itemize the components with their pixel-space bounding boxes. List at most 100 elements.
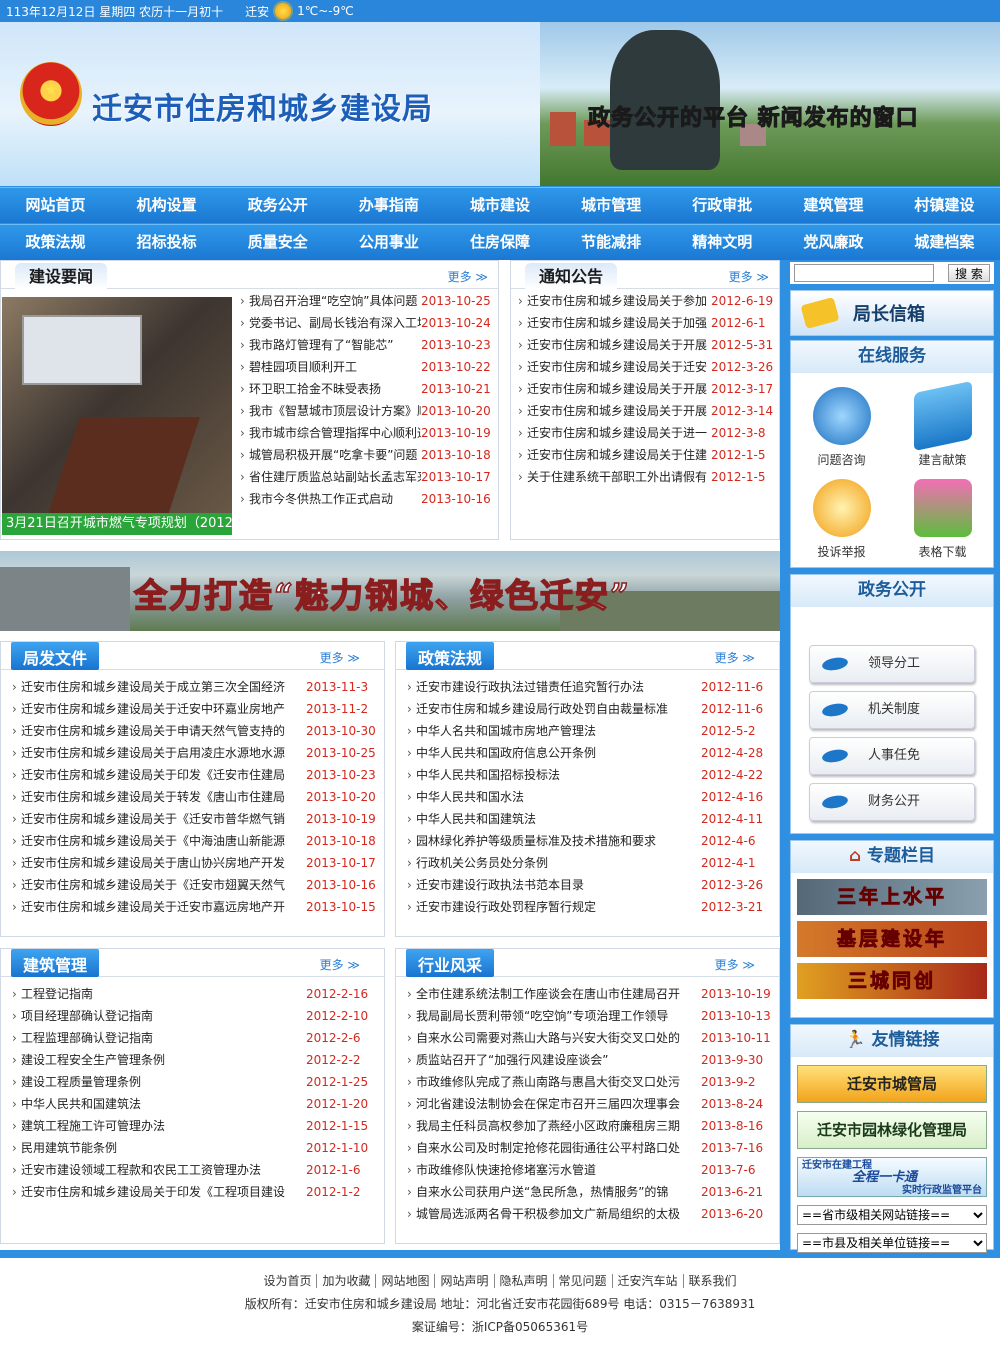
list-item[interactable]: 建筑工程施工许可管理办法2012-1-15 (11, 1115, 378, 1137)
nav-item[interactable]: 城市建设 (444, 188, 555, 223)
item-title[interactable]: 迁安市住房和城乡建设局关于进一 (517, 422, 711, 444)
item-title[interactable]: 工程登记指南 (11, 983, 306, 1005)
item-title[interactable]: 城管局选派两名骨干积极参加文广新局组织的太极 (406, 1203, 701, 1225)
item-title[interactable]: 市政维修队完成了燕山南路与惠昌大街交叉口处污 (406, 1071, 701, 1093)
item-title[interactable]: 质监站召开了“加强行风建设座谈会” (406, 1049, 701, 1071)
list-item[interactable]: 环卫职工拾金不昧受表扬2013-10-21 (239, 378, 493, 400)
item-title[interactable]: 党委书记、副局长钱治有深入工地 (239, 312, 421, 334)
service-download[interactable]: 表格下载 (892, 473, 993, 565)
item-title[interactable]: 迁安市住房和城乡建设局关于《迁安市翅翼天然气 (11, 874, 306, 896)
item-title[interactable]: 迁安市建设行政执法过错责任追究暂行办法 (406, 676, 701, 698)
nav-item[interactable]: 建筑管理 (778, 188, 889, 223)
link-construction-platform[interactable]: 迁安市在建工程 全程一卡通 实时行政监管平台 (797, 1157, 987, 1197)
item-title[interactable]: 迁安市住房和城乡建设局关于成立第三次全国经济 (11, 676, 306, 698)
list-item[interactable]: 迁安市住房和城乡建设局关于转发《唐山市住建局2013-10-20 (11, 786, 378, 808)
footer-link[interactable]: 网站地图 (376, 1274, 436, 1288)
list-item[interactable]: 我市城市综合管理指挥中心顺利通2013-10-19 (239, 422, 493, 444)
item-title[interactable]: 市政维修队快速抢修堵塞污水管道 (406, 1159, 701, 1181)
topic-three-cities[interactable]: 三城同创 (797, 963, 987, 999)
list-item[interactable]: 迁安市住房和城乡建设局关于《迁安市翅翼天然气2013-10-16 (11, 874, 378, 896)
list-item[interactable]: 我局副局长贾利带领“吃空饷”专项治理工作领导2013-10-13 (406, 1005, 773, 1027)
list-item[interactable]: 迁安市住房和城乡建设局关于唐山协兴房地产开发2013-10-17 (11, 852, 378, 874)
list-item[interactable]: 行政机关公务员处分条例2012-4-1 (406, 852, 773, 874)
item-title[interactable]: 迁安市住房和城乡建设局关于迁安市嘉远房地产开 (11, 896, 306, 918)
nav-item[interactable]: 村镇建设 (889, 188, 1000, 223)
item-title[interactable]: 中华人民共和国水法 (406, 786, 701, 808)
item-title[interactable]: 民用建筑节能条例 (11, 1137, 306, 1159)
item-title[interactable]: 我局召开治理“吃空饷”具体问题 (239, 290, 421, 312)
item-title[interactable]: 自来水公司获用户送“急民所急，热情服务”的锦 (406, 1181, 701, 1203)
list-item[interactable]: 中华人名共和国城市房地产管理法2012-5-2 (406, 720, 773, 742)
item-title[interactable]: 园林绿化养护等级质量标准及技术措施和要求 (406, 830, 701, 852)
list-item[interactable]: 园林绿化养护等级质量标准及技术措施和要求2012-4-6 (406, 830, 773, 852)
notice-more-link[interactable]: 更多 ≫ (729, 268, 769, 285)
nav-item[interactable]: 行政审批 (667, 188, 778, 223)
list-item[interactable]: 我市路灯管理有了“智能芯”2013-10-23 (239, 334, 493, 356)
list-item[interactable]: 工程监理部确认登记指南2012-2-6 (11, 1027, 378, 1049)
item-title[interactable]: 城管局积极开展“吃拿卡要”问题 (239, 444, 421, 466)
item-title[interactable]: 我市路灯管理有了“智能芯” (239, 334, 421, 356)
list-item[interactable]: 迁安市住房和城乡建设局关于《中海油唐山新能源2013-10-18 (11, 830, 378, 852)
gov-rules-button[interactable]: 机关制度 (809, 691, 975, 729)
item-title[interactable]: 迁安市住房和城乡建设局关于开展 (517, 334, 711, 356)
footer-link[interactable]: 网站声明 (435, 1274, 495, 1288)
news-slideshow-image[interactable]: 1234 (2, 297, 232, 535)
list-item[interactable]: 迁安市住房和城乡建设局关于印发《迁安市住建局2013-10-23 (11, 764, 378, 786)
list-item[interactable]: 迁安市住房和城乡建设局关于迁安市嘉远房地产开2013-10-15 (11, 896, 378, 918)
list-item[interactable]: 迁安市建设行政执法书范本目录2012-3-26 (406, 874, 773, 896)
list-item[interactable]: 省住建厅质监总站副站长孟志军来2013-10-17 (239, 466, 493, 488)
nav-item[interactable]: 政务公开 (222, 188, 333, 223)
footer-link[interactable]: 加为收藏 (317, 1274, 377, 1288)
footer-link[interactable]: 设为首页 (258, 1274, 318, 1288)
service-advice[interactable]: 建言献策 (892, 380, 993, 473)
nav-item[interactable]: 党风廉政 (778, 225, 889, 260)
list-item[interactable]: 我市今冬供热工作正式启动2013-10-16 (239, 488, 493, 510)
list-item[interactable]: 关于住建系统干部职工外出请假有2012-1-5 (517, 466, 773, 488)
item-title[interactable]: 迁安市住房和城乡建设局关于加强 (517, 312, 711, 334)
build-more-link[interactable]: 更多 ≫ (320, 956, 360, 973)
list-item[interactable]: 城管局选派两名骨干积极参加文广新局组织的太极2013-6-20 (406, 1203, 773, 1225)
list-item[interactable]: 迁安市住房和城乡建设局关于开展2012-5-31 (517, 334, 773, 356)
mailbox-button[interactable]: 局长信箱 (790, 290, 994, 336)
link-garden-bureau[interactable]: 迁安市园林绿化管理局 (797, 1111, 987, 1149)
promo-banner[interactable]: 全力打造“魅力钢城、绿色迁安” (0, 551, 780, 631)
nav-item[interactable]: 网站首页 (0, 188, 111, 223)
list-item[interactable]: 迁安市住房和城乡建设局关于启用凌庄水源地水源2013-10-25 (11, 742, 378, 764)
item-title[interactable]: 迁安市住房和城乡建设局关于开展 (517, 400, 711, 422)
list-item[interactable]: 我局召开治理“吃空饷”具体问题2013-10-25 (239, 290, 493, 312)
item-title[interactable]: 省住建厅质监总站副站长孟志军来 (239, 466, 421, 488)
item-title[interactable]: 迁安市住房和城乡建设局关于住建 (517, 444, 711, 466)
nav-item[interactable]: 城市管理 (556, 188, 667, 223)
item-title[interactable]: 迁安市住房和城乡建设局关于印发《工程项目建设 (11, 1181, 306, 1203)
list-item[interactable]: 全市住建系统法制工作座谈会在唐山市住建局召开2013-10-19 (406, 983, 773, 1005)
item-title[interactable]: 自来水公司及时制定抢修花园街通往公平村路口处 (406, 1137, 701, 1159)
industry-more-link[interactable]: 更多 ≫ (715, 956, 755, 973)
item-title[interactable]: 中华人民共和国建筑法 (406, 808, 701, 830)
item-title[interactable]: 我市城市综合管理指挥中心顺利通 (239, 422, 421, 444)
list-item[interactable]: 迁安市住房和城乡建设局关于迁安2012-3-26 (517, 356, 773, 378)
list-item[interactable]: 工程登记指南2012-2-16 (11, 983, 378, 1005)
item-title[interactable]: 中华人民共和国建筑法 (11, 1093, 306, 1115)
item-title[interactable]: 碧桂园项目顺利开工 (239, 356, 421, 378)
nav-item[interactable]: 节能减排 (556, 225, 667, 260)
list-item[interactable]: 我市《智慧城市顶层设计方案》顺2013-10-20 (239, 400, 493, 422)
list-item[interactable]: 迁安市住房和城乡建设局关于申请天然气管支持的2013-10-30 (11, 720, 378, 742)
list-item[interactable]: 民用建筑节能条例2012-1-10 (11, 1137, 378, 1159)
list-item[interactable]: 建设工程质量管理条例2012-1-25 (11, 1071, 378, 1093)
item-title[interactable]: 迁安市住房和城乡建设局行政处罚自由裁量标准 (406, 698, 701, 720)
item-title[interactable]: 迁安市住房和城乡建设局关于迁安 (517, 356, 711, 378)
topic-grassroots[interactable]: 基层建设年 (797, 921, 987, 957)
footer-link[interactable]: 迁安汽车站 (612, 1274, 684, 1288)
item-title[interactable]: 迁安市住房和城乡建设局关于开展 (517, 378, 711, 400)
list-item[interactable]: 迁安市住房和城乡建设局关于开展2012-3-17 (517, 378, 773, 400)
list-item[interactable]: 迁安市住房和城乡建设局关于迁安中环嘉业房地产2013-11-2 (11, 698, 378, 720)
list-item[interactable]: 建设工程安全生产管理条例2012-2-2 (11, 1049, 378, 1071)
list-item[interactable]: 迁安市建设领域工程款和农民工工资管理办法2012-1-6 (11, 1159, 378, 1181)
link-chengguan[interactable]: 迁安市城管局 (797, 1065, 987, 1103)
search-button[interactable]: 搜 索 (948, 264, 990, 282)
footer-link[interactable]: 隐私声明 (494, 1274, 554, 1288)
list-item[interactable]: 党委书记、副局长钱治有深入工地2013-10-24 (239, 312, 493, 334)
item-title[interactable]: 中华人民共和国政府信息公开条例 (406, 742, 701, 764)
item-title[interactable]: 关于住建系统干部职工外出请假有 (517, 466, 711, 488)
list-item[interactable]: 迁安市住房和城乡建设局关于开展2012-3-14 (517, 400, 773, 422)
